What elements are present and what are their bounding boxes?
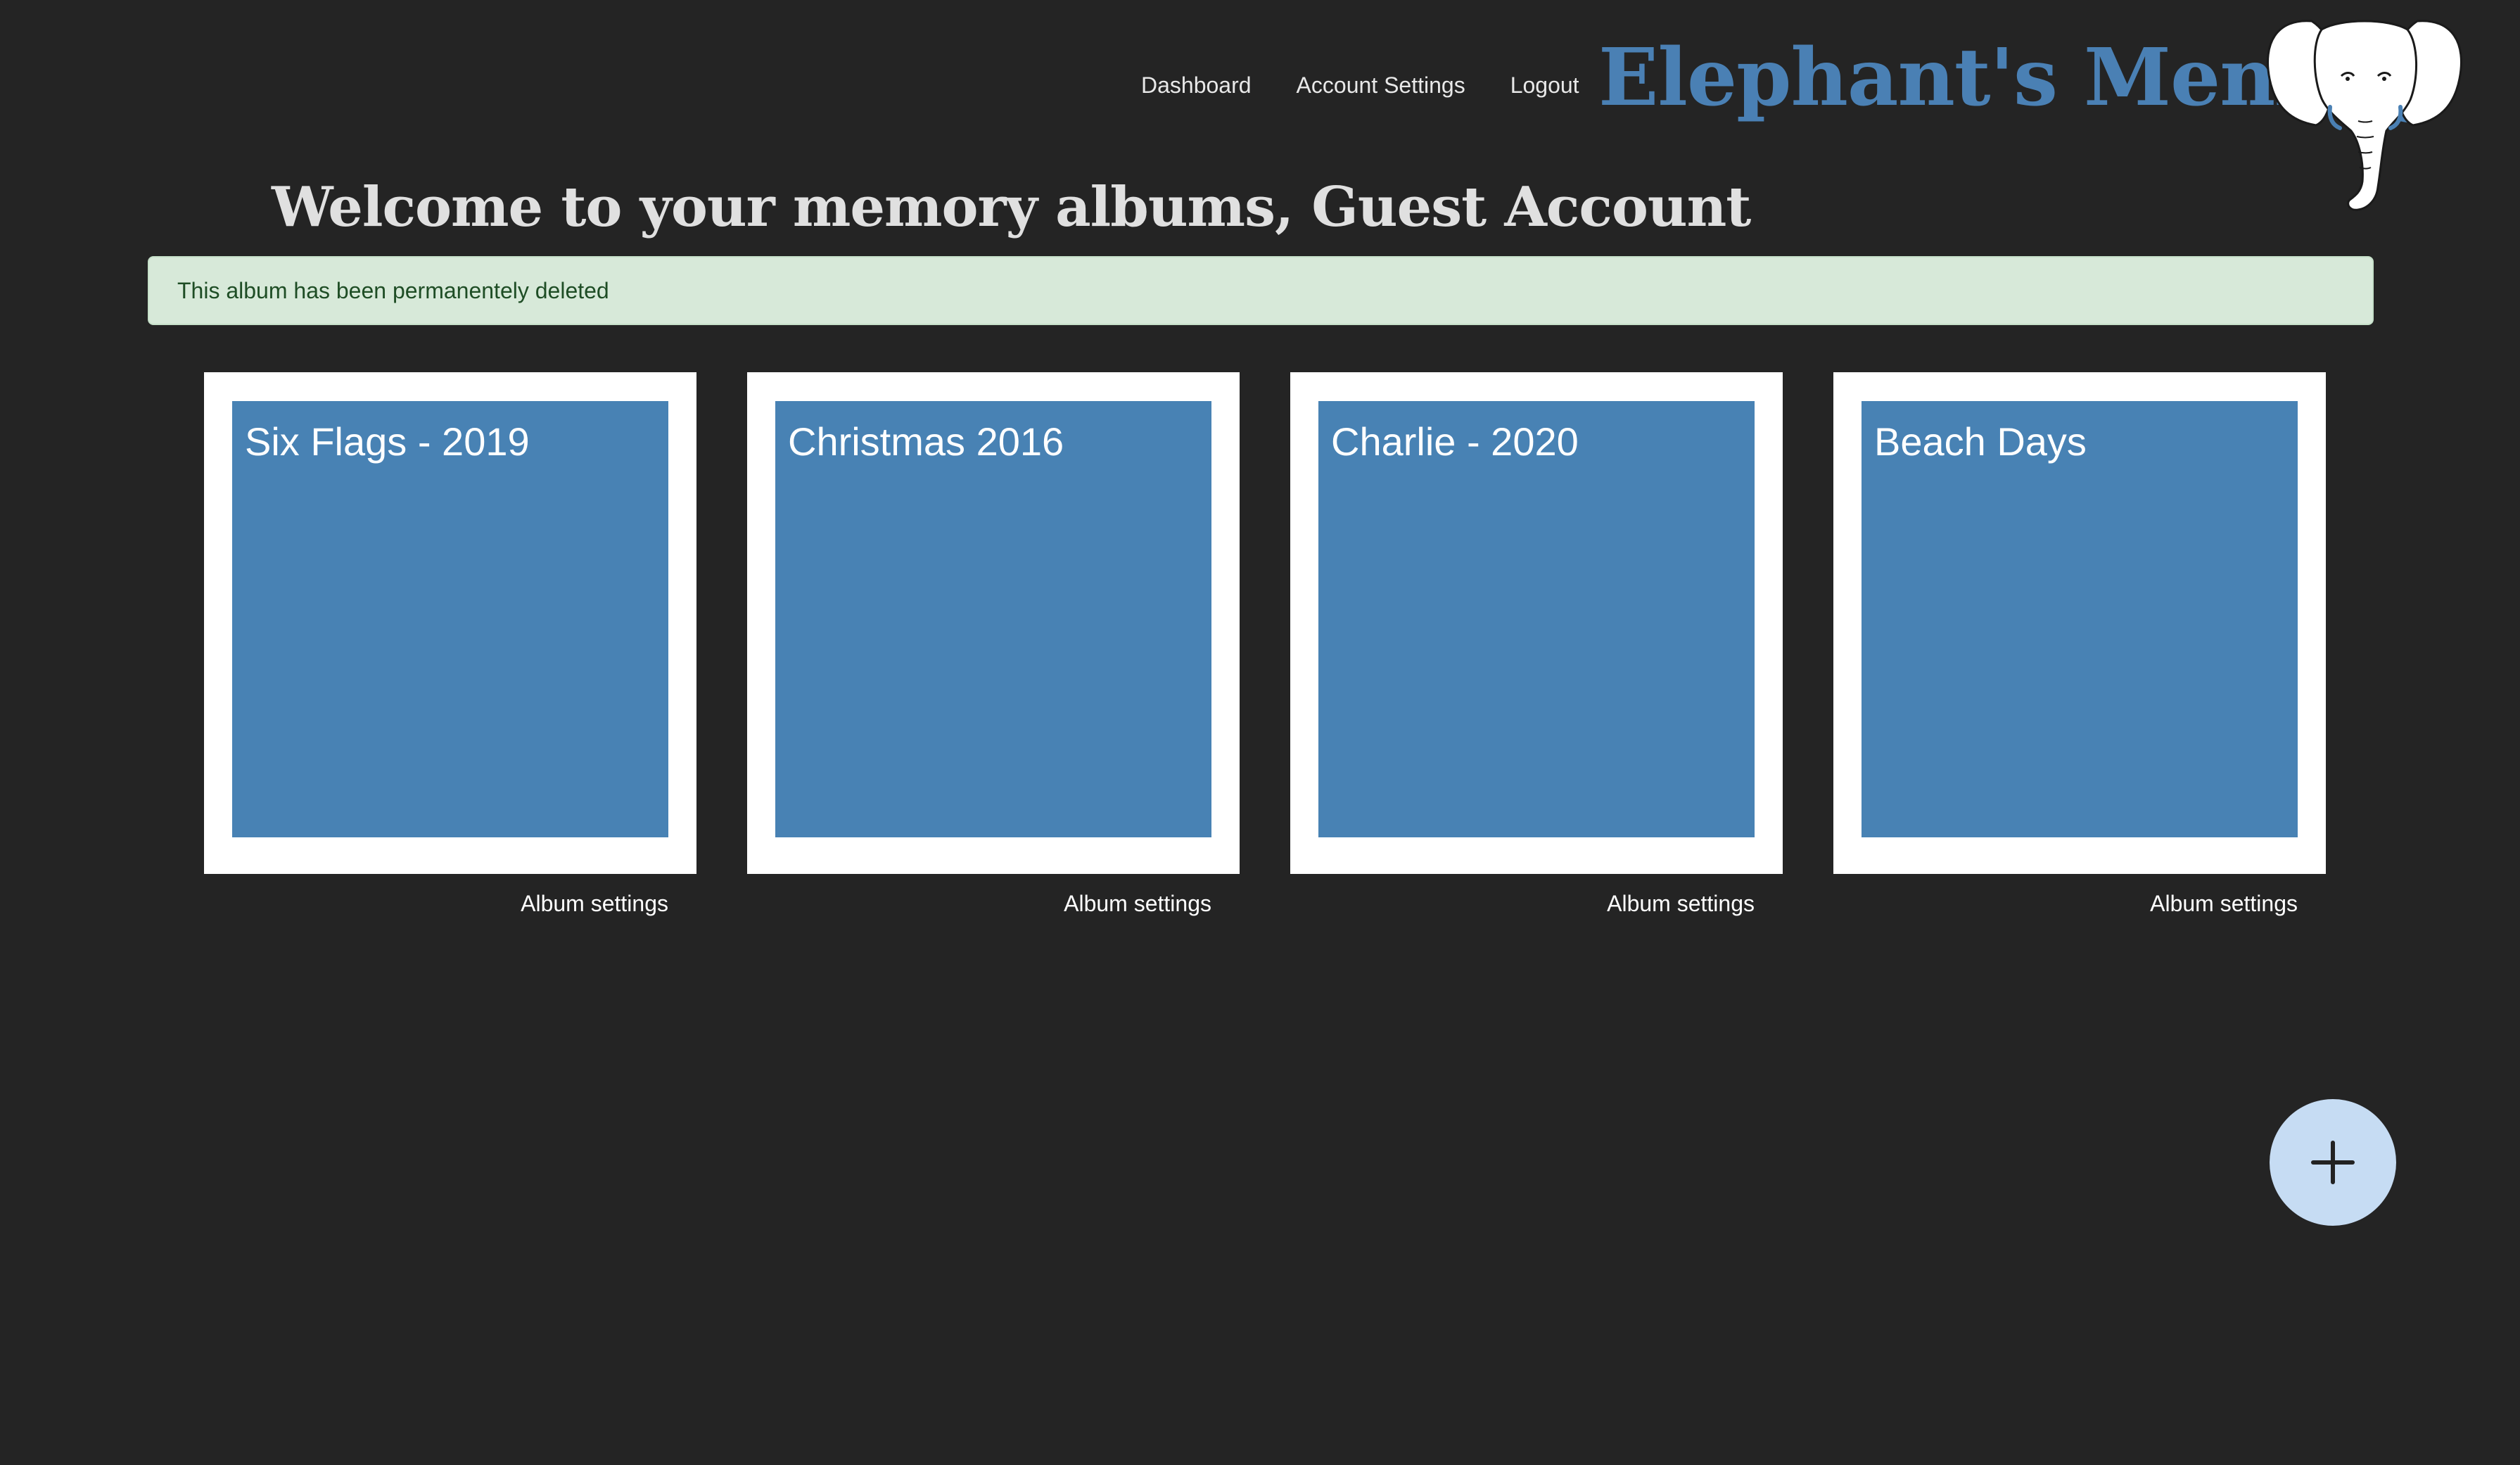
- album-grid: Six Flags - 2019 Album settings Christma…: [204, 372, 2326, 918]
- nav-account-settings-link[interactable]: Account Settings: [1297, 66, 1465, 104]
- album-card: Beach Days Album settings: [1833, 372, 2326, 918]
- album-title: Christmas 2016: [788, 419, 1064, 464]
- elephant-logo-icon: [2263, 15, 2467, 217]
- album-settings-link[interactable]: Album settings: [521, 889, 668, 918]
- album-settings-link[interactable]: Album settings: [1607, 889, 1755, 918]
- album-settings-link[interactable]: Album settings: [1064, 889, 1211, 918]
- album-cover-button[interactable]: Beach Days: [1833, 372, 2326, 874]
- album-title: Six Flags - 2019: [245, 419, 530, 464]
- album-cover: Charlie - 2020: [1318, 401, 1755, 837]
- album-settings-link[interactable]: Album settings: [2150, 889, 2298, 918]
- album-cover-button[interactable]: Six Flags - 2019: [204, 372, 696, 874]
- add-album-button[interactable]: [2270, 1099, 2396, 1226]
- album-card: Six Flags - 2019 Album settings: [204, 372, 696, 918]
- top-nav: Dashboard Account Settings Logout: [1141, 66, 1579, 104]
- plus-icon: [2311, 1141, 2355, 1184]
- album-card: Charlie - 2020 Album settings: [1290, 372, 1783, 918]
- nav-logout-link[interactable]: Logout: [1510, 66, 1579, 104]
- alert-message: This album has been permanentely deleted: [177, 277, 609, 303]
- album-card: Christmas 2016 Album settings: [747, 372, 1240, 918]
- album-cover-button[interactable]: Christmas 2016: [747, 372, 1240, 874]
- album-cover: Christmas 2016: [775, 401, 1211, 837]
- album-title: Charlie - 2020: [1331, 419, 1579, 464]
- page: Dashboard Account Settings Logout Elepha…: [0, 0, 2520, 1465]
- album-cover-button[interactable]: Charlie - 2020: [1290, 372, 1783, 874]
- album-title: Beach Days: [1874, 419, 2087, 464]
- page-title: Welcome to your memory albums, Guest Acc…: [272, 175, 1751, 239]
- deleted-alert: This album has been permanentely deleted: [148, 256, 2374, 325]
- album-cover: Six Flags - 2019: [232, 401, 668, 837]
- nav-dashboard-link[interactable]: Dashboard: [1141, 66, 1252, 104]
- album-cover: Beach Days: [1862, 401, 2298, 837]
